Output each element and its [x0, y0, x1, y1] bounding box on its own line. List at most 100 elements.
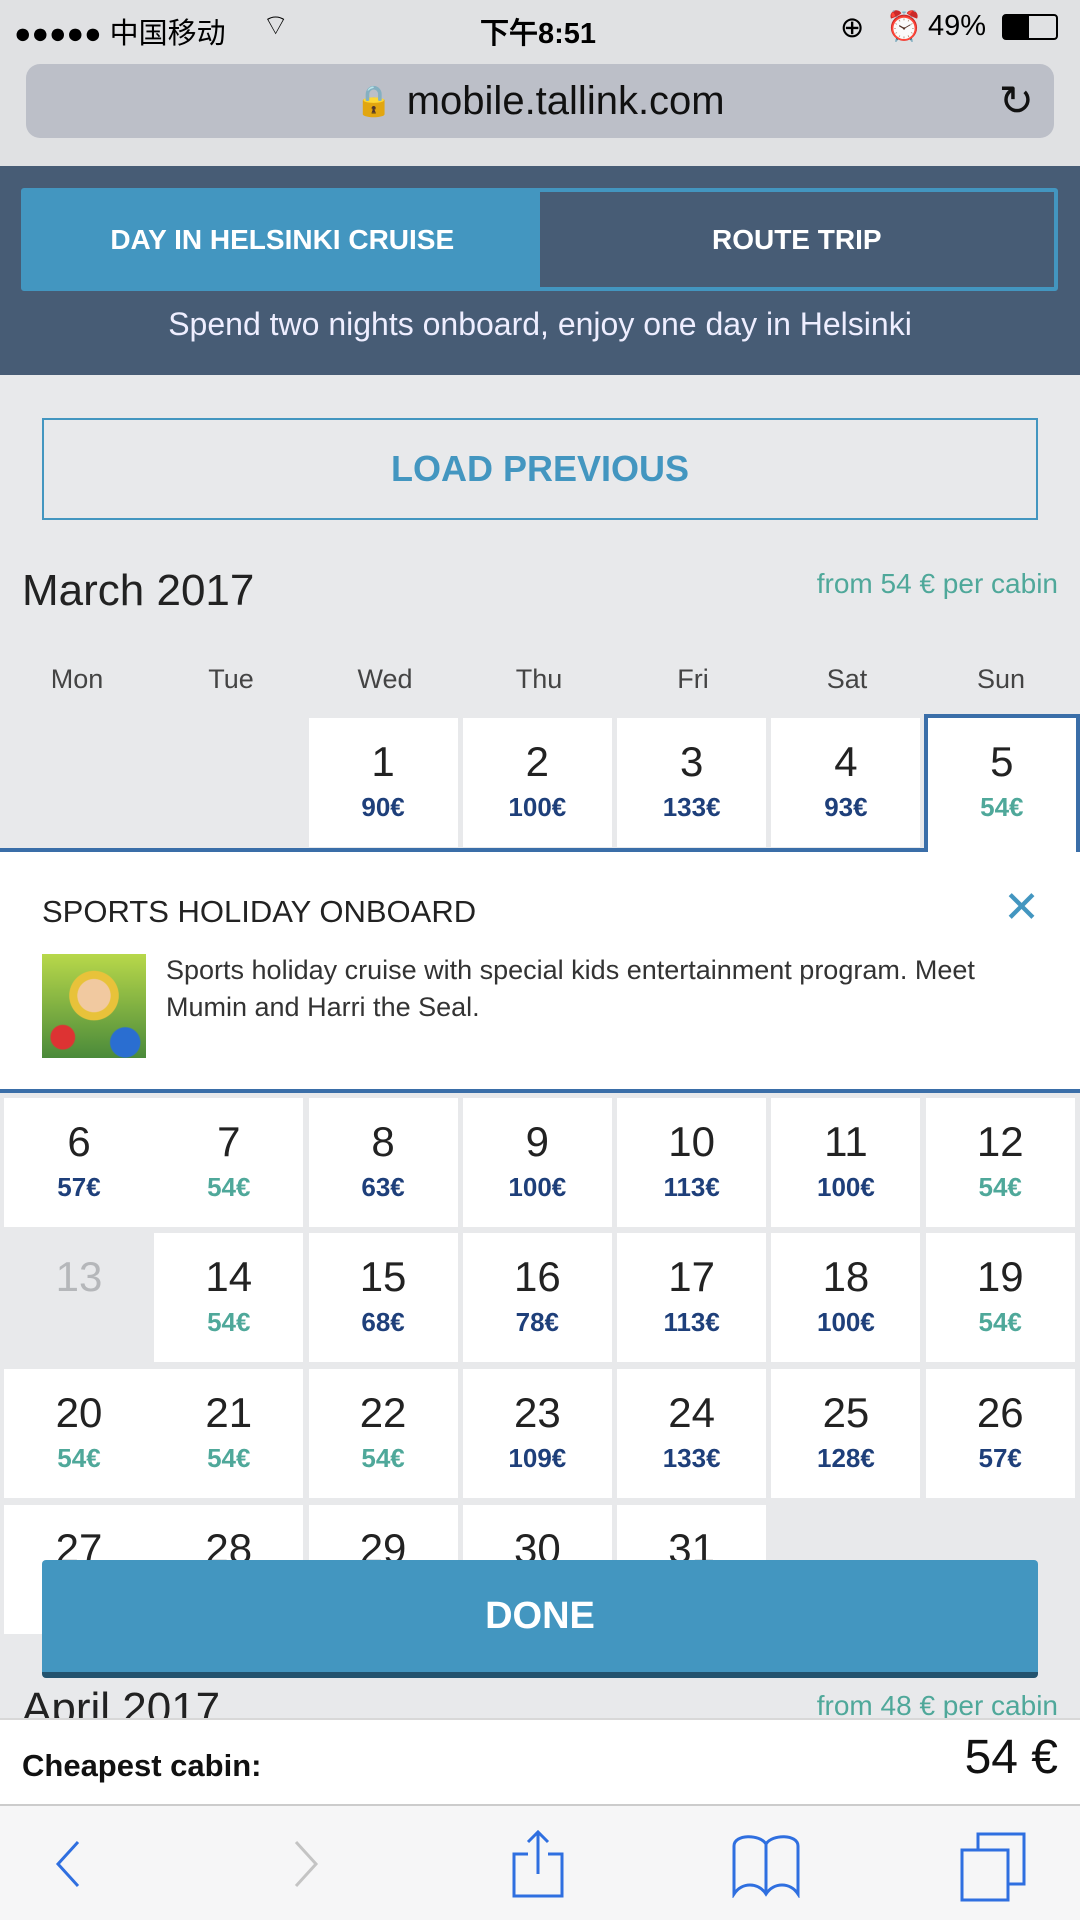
status-bar: ●●●●● 中国移动 ⌔ 下午8:51 ⊕ ⏰ 49% — [0, 0, 1080, 60]
calendar-day-1[interactable]: 1 90€ — [308, 718, 458, 847]
day-number: 25 — [822, 1389, 870, 1436]
calendar-day-3[interactable]: 3 133€ — [617, 718, 767, 847]
day-price: 78€ — [515, 1307, 560, 1337]
cheapest-cabin-bar: Cheapest cabin: 54 € — [0, 1718, 1080, 1804]
day-number: 17 — [668, 1253, 715, 1300]
weekday-wed: Wed — [357, 664, 413, 694]
day-price: 128€ — [817, 1443, 875, 1473]
calendar-day-12[interactable]: 12 54€ — [925, 1098, 1075, 1227]
battery-icon — [1002, 14, 1058, 40]
calendar-day-24[interactable]: 24 133€ — [617, 1369, 767, 1498]
tabs-icon[interactable] — [958, 1832, 1028, 1902]
calendar-day-7[interactable]: 7 54€ — [154, 1098, 304, 1227]
tab-day-in-helsinki[interactable]: DAY IN HELSINKI CRUISE — [25, 192, 540, 287]
alarm-icon: ⏰ — [886, 11, 923, 43]
event-popup: SPORTS HOLIDAY ONBOARD ✕ Sports holiday … — [0, 848, 1080, 1093]
close-icon[interactable]: ✕ — [1003, 882, 1040, 933]
day-price: 100€ — [817, 1172, 875, 1202]
lock-icon: 🔒 — [355, 84, 393, 118]
cheapest-label: Cheapest cabin: — [22, 1748, 262, 1783]
day-number: 7 — [217, 1118, 241, 1165]
reload-icon[interactable]: ↻ — [999, 76, 1034, 125]
day-price: 109€ — [508, 1443, 567, 1473]
clock: 下午8:51 — [480, 18, 597, 50]
calendar-day-17[interactable]: 17 113€ — [617, 1233, 767, 1362]
event-thumbnail — [42, 954, 146, 1058]
wifi-icon: ⌔ — [262, 10, 290, 42]
browser-bar: 🔒 mobile.tallink.com ↻ — [0, 60, 1080, 166]
calendar-day-6[interactable]: 6 57€ — [4, 1098, 154, 1227]
day-number: 4 — [834, 738, 858, 785]
calendar-day-19[interactable]: 19 54€ — [925, 1233, 1075, 1362]
month-title: March 2017 — [22, 566, 255, 615]
day-price: 133€ — [662, 792, 721, 822]
calendar-day-13: 13 — [4, 1233, 154, 1362]
done-button[interactable]: DONE — [42, 1560, 1038, 1678]
day-number: 9 — [525, 1118, 550, 1165]
calendar-day-18[interactable]: 18 100€ — [771, 1233, 921, 1362]
calendar-day-4[interactable]: 4 93€ — [771, 718, 921, 847]
weekday-thu: Thu — [515, 664, 563, 694]
day-price: 54€ — [57, 1443, 101, 1473]
weekday-fri: Fri — [677, 664, 709, 694]
day-number: 14 — [205, 1253, 253, 1300]
browser-toolbar — [0, 1804, 1080, 1920]
day-number: 19 — [976, 1253, 1024, 1300]
forward-icon[interactable] — [286, 1836, 326, 1892]
day-number: 10 — [668, 1118, 715, 1165]
day-price: 90€ — [361, 792, 405, 822]
day-price: 100€ — [817, 1307, 875, 1337]
calendar-day-26[interactable]: 26 57€ — [925, 1369, 1075, 1498]
calendar-day-10[interactable]: 10 113€ — [617, 1098, 767, 1227]
calendar-day-2[interactable]: 2 100€ — [462, 718, 612, 847]
day-price: 54€ — [207, 1443, 251, 1473]
day-number: 18 — [822, 1253, 870, 1300]
day-number: 1 — [371, 738, 395, 785]
calendar-day-14[interactable]: 14 54€ — [154, 1233, 304, 1362]
calendar-day-8[interactable]: 8 63€ — [308, 1098, 458, 1227]
bookmarks-icon[interactable] — [730, 1832, 802, 1898]
calendar-day-16[interactable]: 16 78€ — [462, 1233, 612, 1362]
calendar-day-21[interactable]: 21 54€ — [154, 1369, 304, 1498]
back-icon[interactable] — [48, 1836, 88, 1892]
popup-title: SPORTS HOLIDAY ONBOARD — [42, 894, 477, 929]
day-price: 54€ — [978, 1172, 1022, 1202]
day-price: 57€ — [57, 1172, 101, 1202]
day-number: 16 — [513, 1253, 561, 1300]
address-bar[interactable]: 🔒 mobile.tallink.com ↻ — [26, 64, 1054, 138]
day-number: 8 — [371, 1118, 395, 1165]
weekday-sun: Sun — [976, 664, 1026, 694]
day-price: 54€ — [207, 1172, 251, 1202]
weekday-header: Mon Tue Wed Thu Fri Sat Sun — [0, 664, 1078, 695]
day-price: 113€ — [663, 1307, 720, 1337]
calendar-day-15[interactable]: 15 68€ — [308, 1233, 458, 1362]
day-number: 21 — [205, 1389, 253, 1436]
day-number: 11 — [824, 1118, 868, 1165]
share-icon[interactable] — [508, 1828, 568, 1898]
calendar-day-23[interactable]: 23 109€ — [462, 1369, 612, 1498]
weekday-sat: Sat — [826, 664, 868, 694]
calendar-day-9[interactable]: 9 100€ — [462, 1098, 612, 1227]
carrier: ●●●●● 中国移动 — [14, 18, 226, 50]
day-price: 54€ — [978, 1307, 1022, 1337]
day-number: 26 — [976, 1389, 1024, 1436]
day-price: 68€ — [361, 1307, 405, 1337]
day-number: 6 — [67, 1118, 91, 1165]
calendar-day-11[interactable]: 11 100€ — [771, 1098, 921, 1227]
day-price: 54€ — [207, 1307, 251, 1337]
day-number: 5 — [990, 738, 1014, 785]
day-number: 2 — [525, 738, 550, 785]
cheapest-value: 54 € — [964, 1731, 1058, 1784]
trip-header: DAY IN HELSINKI CRUISE ROUTE TRIP Spend … — [0, 166, 1080, 375]
day-number: 23 — [513, 1389, 561, 1436]
calendar-day-25[interactable]: 25 128€ — [771, 1369, 921, 1498]
battery-percent: 49% — [928, 10, 987, 42]
calendar-day-20[interactable]: 20 54€ — [4, 1369, 154, 1498]
calendar-day-22[interactable]: 22 54€ — [308, 1369, 458, 1498]
tab-route-trip[interactable]: ROUTE TRIP — [539, 192, 1054, 287]
load-previous-button[interactable]: LOAD PREVIOUS — [42, 418, 1038, 520]
day-price: 54€ — [361, 1443, 405, 1473]
day-number: 22 — [359, 1389, 407, 1436]
calendar-day-5[interactable]: 5 54€ — [923, 714, 1080, 852]
url-text: mobile.tallink.com — [406, 78, 725, 123]
